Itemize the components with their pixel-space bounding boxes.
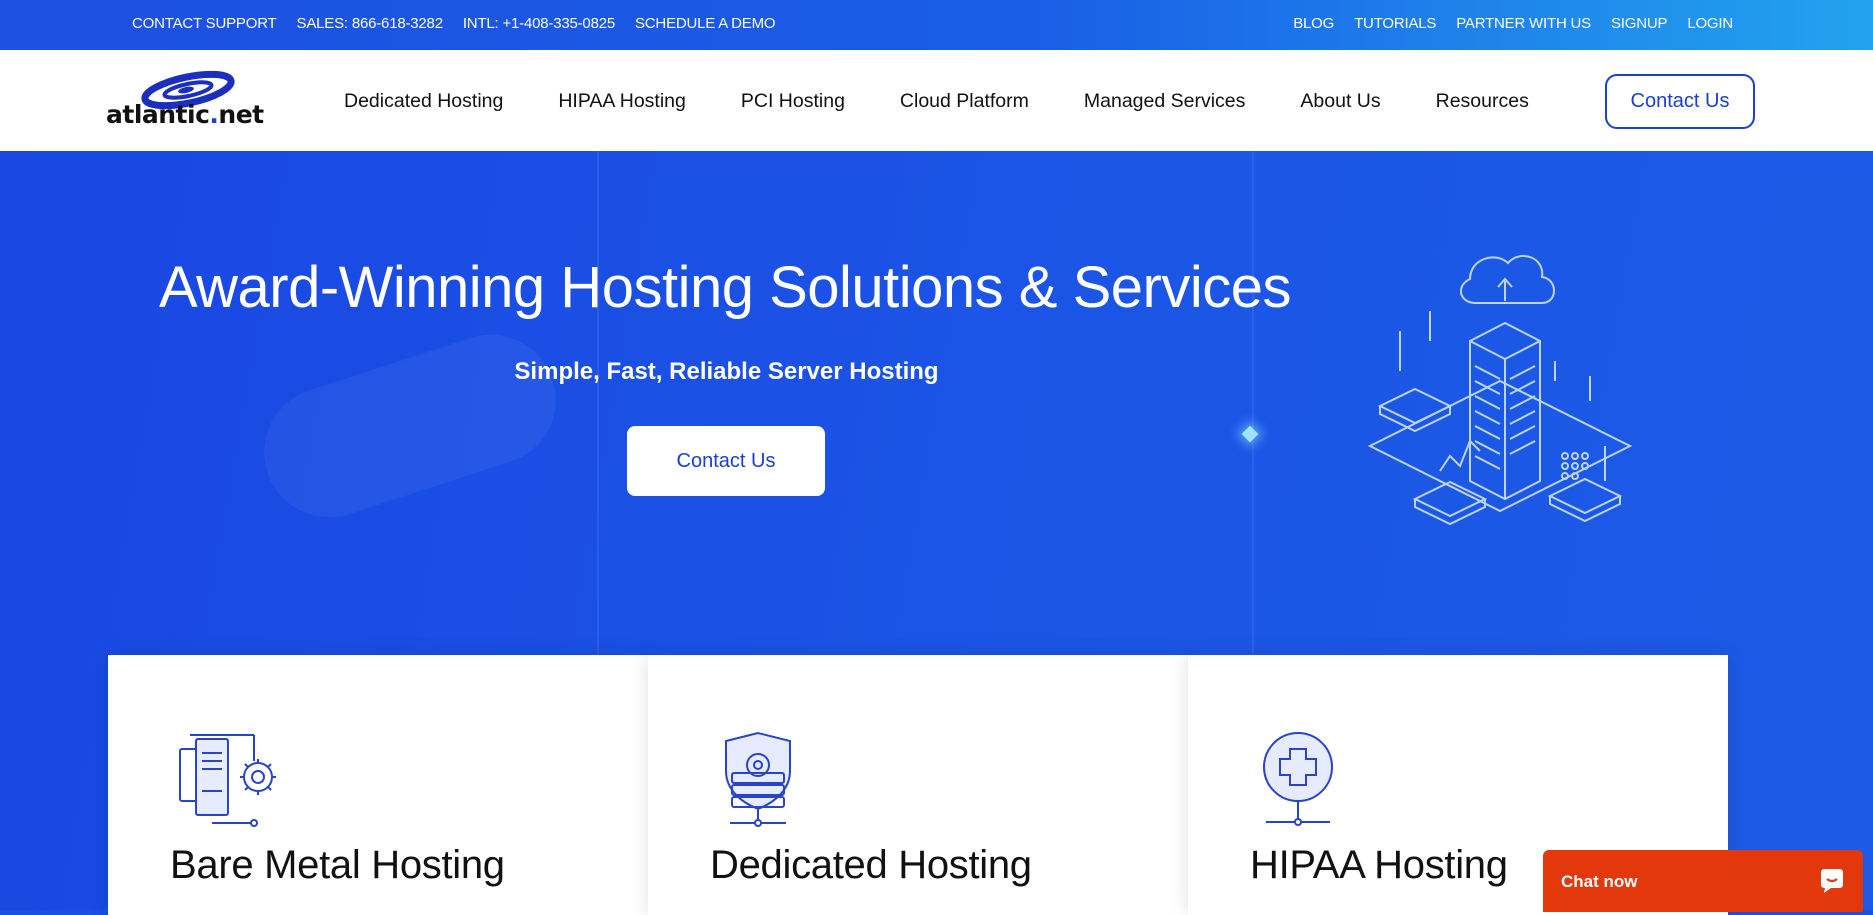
chat-label: Chat now	[1561, 872, 1638, 891]
intl-phone-link[interactable]: INTL: +1-408-335-0825	[463, 15, 615, 32]
nav-hipaa-hosting[interactable]: HIPAA Hosting	[558, 90, 686, 113]
nav-about-us[interactable]: About Us	[1300, 90, 1380, 113]
header-contact-button[interactable]: Contact Us	[1605, 74, 1755, 129]
chat-now-widget[interactable]: Chat now	[1543, 850, 1863, 912]
top-utility-bar: CONTACT SUPPORT SALES: 866-618-3282 INTL…	[0, 0, 1873, 50]
logo-text: atlantic.net	[106, 100, 264, 129]
medical-cross-icon	[1263, 732, 1333, 826]
blog-link[interactable]: BLOG	[1293, 15, 1334, 32]
card-title: Dedicated Hosting	[710, 843, 1032, 887]
schedule-demo-link[interactable]: SCHEDULE A DEMO	[635, 15, 776, 32]
tutorials-link[interactable]: TUTORIALS	[1354, 15, 1436, 32]
main-navbar: atlantic.net Dedicated Hosting HIPAA Hos…	[0, 50, 1873, 151]
site-logo[interactable]: atlantic.net	[106, 70, 266, 132]
hero-light-beam	[597, 151, 599, 671]
sales-phone-link[interactable]: SALES: 866-618-3282	[297, 15, 444, 32]
hero-contact-button[interactable]: Contact Us	[627, 426, 825, 496]
primary-nav: Dedicated Hosting HIPAA Hosting PCI Host…	[344, 90, 1584, 113]
card-bare-metal-hosting[interactable]: Bare Metal Hosting	[108, 655, 648, 915]
shield-server-icon	[725, 731, 791, 827]
server-gear-icon	[179, 734, 276, 827]
partner-link[interactable]: PARTNER WITH US	[1456, 15, 1591, 32]
chat-bubble-icon	[1821, 869, 1843, 893]
nav-dedicated-hosting[interactable]: Dedicated Hosting	[344, 90, 503, 113]
hero-decorative-blob	[247, 317, 573, 535]
card-dedicated-hosting[interactable]: Dedicated Hosting	[648, 655, 1188, 915]
hero-title: Award-Winning Hosting Solutions & Servic…	[158, 255, 1292, 320]
card-title: HIPAA Hosting	[1250, 843, 1508, 887]
nav-cloud-platform[interactable]: Cloud Platform	[900, 90, 1029, 113]
topbar-right-links: BLOG TUTORIALS PARTNER WITH US SIGNUP LO…	[1293, 15, 1733, 32]
login-link[interactable]: LOGIN	[1687, 15, 1733, 32]
hero-subtitle: Simple, Fast, Reliable Server Hosting	[514, 358, 939, 385]
contact-support-link[interactable]: CONTACT SUPPORT	[132, 15, 277, 32]
logo-word-net: net	[218, 100, 264, 129]
nav-pci-hosting[interactable]: PCI Hosting	[741, 90, 845, 113]
hero-light-beam	[1252, 151, 1254, 671]
topbar-left-links: CONTACT SUPPORT SALES: 866-618-3282 INTL…	[132, 15, 776, 32]
nav-managed-services[interactable]: Managed Services	[1084, 90, 1246, 113]
logo-word-atlantic: atlantic	[106, 100, 210, 129]
card-title: Bare Metal Hosting	[170, 843, 505, 887]
sparkle-icon	[1241, 425, 1259, 443]
signup-link[interactable]: SIGNUP	[1611, 15, 1668, 32]
nav-resources[interactable]: Resources	[1436, 90, 1529, 113]
cloud-server-illustration-icon	[1367, 254, 1633, 526]
